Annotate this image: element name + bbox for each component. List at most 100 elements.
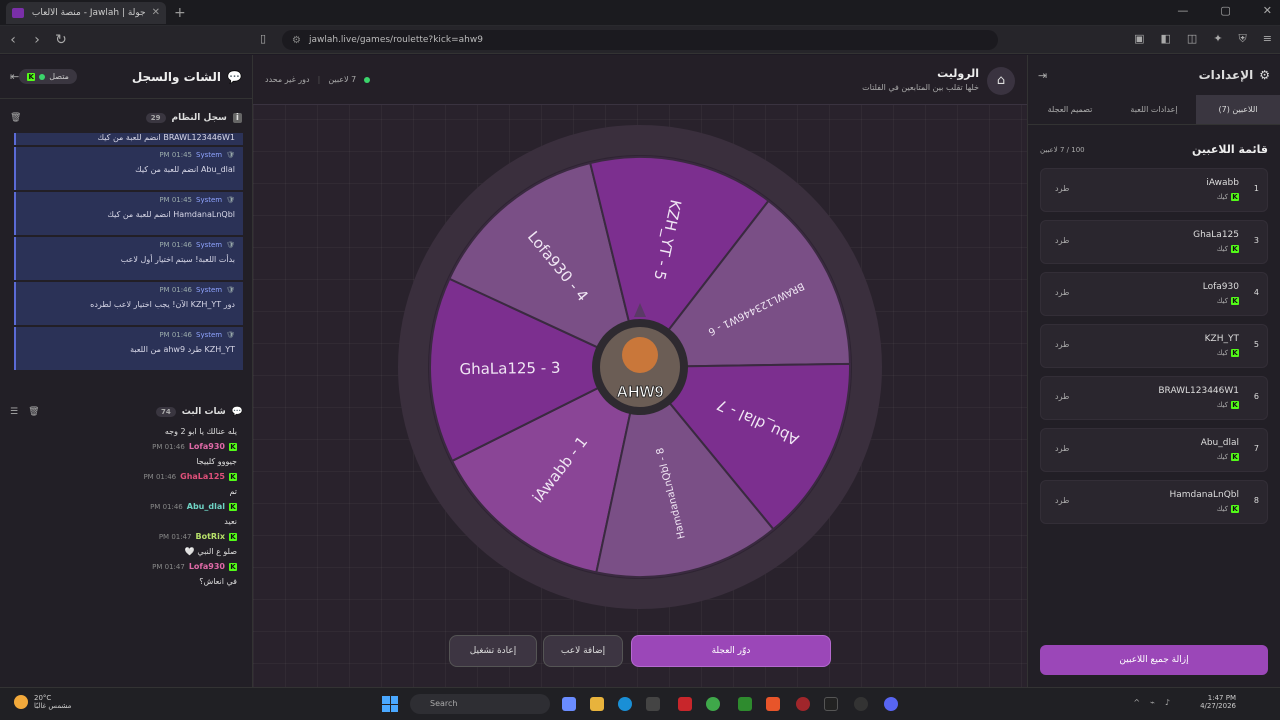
chat-user[interactable]: Abu_dlal <box>187 502 225 511</box>
clear-chat-icon[interactable]: 🗑 <box>28 407 39 417</box>
close-window-icon[interactable]: ✕ <box>1263 4 1272 17</box>
live-chat-title: شات البث <box>181 407 226 417</box>
obs-icon[interactable] <box>854 697 868 711</box>
app-dark-icon[interactable] <box>824 697 838 711</box>
settings-tabs: اللاعبين (7) إعدادات اللعبة تصميم العجلة <box>1028 95 1280 125</box>
left-panel-title: الشات والسجل <box>131 69 222 84</box>
new-tab-icon[interactable]: + <box>174 5 186 21</box>
kick-player-button[interactable]: طرد <box>1055 340 1069 349</box>
restart-button[interactable]: إعادة تشغيل <box>449 635 537 667</box>
player-platform: كيك K <box>1217 349 1239 357</box>
menu-icon[interactable]: ≡ <box>1263 32 1272 46</box>
player-number: 8 <box>1253 496 1259 505</box>
edge-icon[interactable] <box>618 697 632 711</box>
player-platform: كيك K <box>1217 401 1239 409</box>
extensions-icon[interactable]: ✦ <box>1213 32 1222 46</box>
file-explorer-icon[interactable] <box>590 697 604 711</box>
clear-log-icon[interactable]: 🗑 <box>10 113 21 123</box>
app-red-icon[interactable] <box>678 697 692 711</box>
minimize-icon[interactable]: — <box>1177 4 1188 17</box>
windows-start-icon[interactable] <box>382 696 398 712</box>
volume-icon[interactable]: ♪ <box>1165 698 1170 707</box>
back-icon[interactable]: ‹ <box>2 32 24 48</box>
system-icon: 🛡 <box>226 241 235 249</box>
sidebar-icon[interactable]: ◧ <box>1161 32 1171 46</box>
chat-time: 01:47 PM <box>152 562 185 571</box>
game-title: الروليت <box>937 67 979 80</box>
bookmark-icon[interactable]: ▯ <box>260 32 266 45</box>
system-icon: 🛡 <box>226 151 235 159</box>
system-log-list[interactable]: BRAWL123446W1 انضم للعبة من كيك 🛡 System 0… <box>14 133 243 379</box>
spin-wheel-button[interactable]: دوّر العجلة <box>631 635 831 667</box>
remove-all-players-button[interactable]: إزالة جميع اللاعبين <box>1040 645 1268 675</box>
forward-icon[interactable]: › <box>26 32 48 48</box>
add-player-button[interactable]: إضافة لاعب <box>543 635 623 667</box>
chat-message: K GhaLa125 01:46 PM تم <box>16 472 237 496</box>
address-bar[interactable]: ⚙ jawlah.live/games/roulette?kick=ahw9 <box>282 30 998 50</box>
player-number: 7 <box>1253 444 1259 453</box>
taskbar-clock[interactable]: 1:47 PM 4/27/2026 <box>1200 694 1236 710</box>
chat-user[interactable]: Lofa930 <box>189 442 225 451</box>
tab-wheel-design[interactable]: تصميم العجلة <box>1028 95 1112 124</box>
discord-icon[interactable] <box>884 697 898 711</box>
player-platform: كيك K <box>1217 453 1239 461</box>
live-chat-list[interactable]: يله عنالك يا ابو 2 وجه K Lofa930 01:46 PM … <box>0 427 253 687</box>
xbox-icon[interactable] <box>738 697 752 711</box>
kick-player-button[interactable]: طرد <box>1055 288 1069 297</box>
taskbar-search[interactable]: Search <box>410 694 550 714</box>
wallet-icon[interactable]: ◫ <box>1187 32 1197 46</box>
chat-text: صلو ع النبي 🤍 <box>184 547 237 556</box>
clock-time: 1:47 PM <box>1207 694 1236 702</box>
site-info-icon[interactable]: ⚙ <box>292 35 301 46</box>
home-icon[interactable]: ⌂ <box>987 67 1015 95</box>
chrome-icon[interactable] <box>706 697 720 711</box>
system-icon: 🛡 <box>226 286 235 294</box>
chevron-up-icon[interactable]: ^ <box>1133 698 1140 707</box>
roulette-wheel[interactable]: iAwabb - 1GhaLa125 - 3Lofa930 - 4 KZH_YT … <box>253 105 1027 625</box>
kick-player-button[interactable]: طرد <box>1055 392 1069 401</box>
system-log-text: KZH_YT طرد ahw9 من اللعبة <box>130 345 235 354</box>
gear-icon: ⚙ <box>1259 68 1270 82</box>
chat-time: 01:47 PM <box>158 532 192 541</box>
platform-label: كيك <box>1216 453 1228 461</box>
tab-players[interactable]: اللاعبين (7) <box>1196 95 1280 124</box>
chat-user[interactable]: BotRix <box>196 532 225 541</box>
player-list-header: قائمة اللاعبين 100 / 7 لاعبين <box>1028 143 1280 156</box>
chat-icon: 💬 <box>231 407 243 417</box>
brave-icon[interactable] <box>766 697 780 711</box>
player-platform: كيك K <box>1217 193 1239 201</box>
chat-message: يله عنالك يا ابو 2 وجه <box>16 427 237 436</box>
tab-title: جولة | Jawlah - منصة الألعاب التفا <box>30 7 146 18</box>
weather-widget[interactable]: 20°C مشمس غالبًا <box>14 694 71 710</box>
browser-tab[interactable]: جولة | Jawlah - منصة الألعاب التفا ✕ <box>6 1 166 24</box>
player-row: 4 Lofa930 كيك K طرد <box>1040 272 1268 316</box>
reload-icon[interactable]: ↻ <box>50 32 72 48</box>
chat-user[interactable]: Lofa930 <box>189 562 225 571</box>
kick-icon: K <box>1231 245 1239 253</box>
kick-player-button[interactable]: طرد <box>1055 236 1069 245</box>
chat-user[interactable]: GhaLa125 <box>180 472 225 481</box>
maximize-icon[interactable]: ▢ <box>1220 4 1230 17</box>
player-platform: كيك K <box>1217 505 1239 513</box>
left-panel-header: ⇤ K متصل الشات والسجل 💬 <box>0 55 252 99</box>
chat-time: 01:46 PM <box>143 472 177 481</box>
kick-icon: K <box>1231 297 1239 305</box>
app-circle-icon[interactable] <box>796 697 810 711</box>
copilot-icon[interactable] <box>562 697 576 711</box>
reader-icon[interactable]: ▣ <box>1134 32 1144 46</box>
kick-icon: K <box>1231 193 1239 201</box>
kick-player-button[interactable]: طرد <box>1055 496 1069 505</box>
system-log-item: 🛡 System 01:46 PM دور KZH_YT الآن! يجب اخت… <box>14 282 243 325</box>
kick-player-button[interactable]: طرد <box>1055 444 1069 453</box>
tab-game-settings[interactable]: إعدادات اللعبة <box>1112 95 1196 124</box>
logo-text: AHW9 <box>616 384 663 401</box>
network-icon[interactable]: ⌁ <box>1150 698 1155 707</box>
kick-player-button[interactable]: طرد <box>1055 184 1069 193</box>
collapse-left-icon[interactable]: ⇤ <box>10 70 19 83</box>
filter-icon[interactable]: ☰ <box>10 407 18 417</box>
close-tab-icon[interactable]: ✕ <box>152 7 160 18</box>
collapse-right-icon[interactable]: ⇥ <box>1038 69 1047 82</box>
wheel-segment-label: GhaLa125 - 3 <box>459 359 560 379</box>
terminal-icon[interactable] <box>646 697 660 711</box>
shield-icon[interactable]: ⛨ <box>1239 32 1247 46</box>
